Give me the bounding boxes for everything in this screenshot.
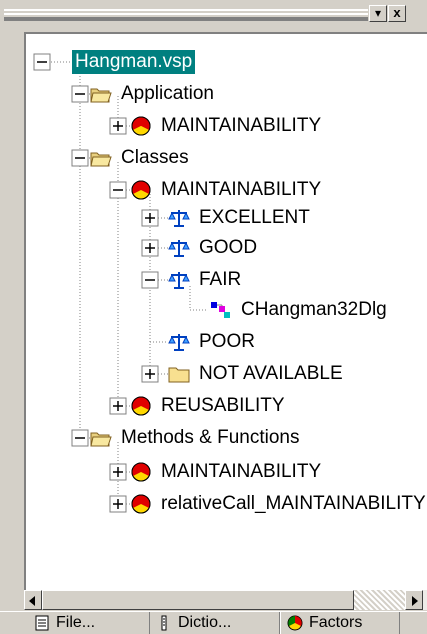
open-folder-icon <box>90 152 112 167</box>
factor-icon <box>131 494 151 514</box>
horizontal-scrollbar[interactable] <box>24 590 427 610</box>
tree-node-label: EXCELLENT <box>199 207 310 228</box>
tree-view[interactable]: Hangman.vsp Application MAINTAINABILITY … <box>24 32 427 590</box>
open-folder-icon <box>90 432 112 447</box>
class-icon <box>211 302 230 318</box>
tree-node-application[interactable]: Application <box>90 80 217 108</box>
grip-handle[interactable] <box>4 9 368 21</box>
tree-node-fair[interactable]: FAIR <box>168 266 244 294</box>
scale-icon <box>168 272 190 289</box>
tree-node-label: POOR <box>199 331 255 352</box>
tree-node-relative-call[interactable]: relativeCall_MAINTAINABILITY <box>130 490 427 518</box>
tree-node-reusability[interactable]: REUSABILITY <box>130 392 288 420</box>
tree-node-poor[interactable]: POOR <box>168 328 258 356</box>
tab-label: File... <box>56 614 96 631</box>
dictionary-icon <box>161 615 167 631</box>
tree-node-label: MAINTAINABILITY <box>161 179 322 200</box>
tab-file[interactable]: File... <box>28 612 150 634</box>
scroll-thumb[interactable] <box>42 590 354 610</box>
open-folder-icon <box>90 88 112 103</box>
tree-node-classes-maintainability[interactable]: MAINTAINABILITY <box>130 176 324 204</box>
tree-node-root[interactable]: Hangman.vsp <box>72 48 196 76</box>
scroll-track[interactable] <box>354 590 405 610</box>
tree-node-good[interactable]: GOOD <box>168 234 260 262</box>
tree-node-label: Classes <box>121 147 189 168</box>
file-icon <box>35 615 49 631</box>
factor-icon <box>131 396 151 416</box>
tab-factors[interactable]: Factors <box>280 612 400 634</box>
tree-node-excellent[interactable]: EXCELLENT <box>168 204 313 232</box>
scroll-left-button[interactable] <box>24 590 42 610</box>
factor-icon <box>131 462 151 482</box>
tree-node-label: REUSABILITY <box>161 395 285 416</box>
close-button[interactable]: x <box>388 5 406 22</box>
factor-icon <box>131 116 151 136</box>
tree-node-methods-maintainability[interactable]: MAINTAINABILITY <box>130 458 324 486</box>
scale-icon <box>168 210 190 227</box>
tab-dictionary[interactable]: Dictio... <box>150 612 280 634</box>
arrow-right-icon <box>412 596 418 606</box>
tree-node-label: Application <box>121 83 214 104</box>
factors-icon <box>287 615 303 631</box>
tree-node-methods-functions[interactable]: Methods & Functions <box>90 424 302 452</box>
tree-node-classes[interactable]: Classes <box>90 144 192 172</box>
scroll-right-button[interactable] <box>405 590 423 610</box>
tree-node-label: FAIR <box>199 269 242 290</box>
tree-node-label: GOOD <box>199 237 258 258</box>
arrow-left-icon <box>29 596 35 606</box>
restore-button[interactable]: ▾ <box>369 5 387 22</box>
tree-node-label: NOT AVAILABLE <box>199 363 343 384</box>
tree-node-label: MAINTAINABILITY <box>161 115 322 136</box>
tab-label: Factors <box>309 614 363 631</box>
panel-title-bar[interactable]: ▾ x <box>0 0 427 26</box>
tree-node-label: MAINTAINABILITY <box>161 461 322 482</box>
tab-bar: File... Dictio... Factors <box>0 611 427 634</box>
tree-node-label: CHangman32Dlg <box>241 299 387 320</box>
factor-icon <box>131 180 151 200</box>
tree-node-label: relativeCall_MAINTAINABILITY <box>161 493 426 514</box>
tree-node-label: Methods & Functions <box>121 427 300 448</box>
tab-label: Dictio... <box>178 614 232 631</box>
tree-node-application-maintainability[interactable]: MAINTAINABILITY <box>130 112 324 140</box>
scale-icon <box>168 240 190 257</box>
folder-icon <box>168 367 190 383</box>
scale-icon <box>168 334 190 351</box>
tree-node-class-changman32dlg[interactable]: CHangman32Dlg <box>210 296 390 324</box>
tree-node-label: Hangman.vsp <box>72 50 196 74</box>
tree-node-not-available[interactable]: NOT AVAILABLE <box>168 360 346 388</box>
